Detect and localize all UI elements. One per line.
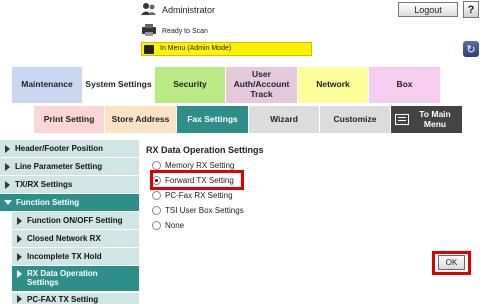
radio-pc-fax-rx-setting[interactable]: PC-Fax RX Setting <box>152 191 233 200</box>
refresh-icon[interactable]: ↻ <box>463 41 479 57</box>
radio-label: None <box>165 221 185 230</box>
radio-memory-rx-setting[interactable]: Memory RX Setting <box>152 161 234 170</box>
chevron-right-icon <box>5 180 10 189</box>
tab-system-settings[interactable]: System Settings <box>83 67 154 103</box>
sidebar-item-label: Incomplete TX Hold <box>27 252 102 261</box>
user-label: Administrator <box>162 5 216 15</box>
ok-button[interactable]: OK <box>438 255 465 270</box>
radio-button[interactable] <box>152 161 161 170</box>
tab-network[interactable]: Network <box>298 67 368 103</box>
main-menu-icon <box>395 114 409 125</box>
sidebar-item-label: PC-FAX TX Setting <box>27 295 99 304</box>
sidebar-item-label: Header/Footer Position <box>15 144 104 153</box>
tab-wizard[interactable]: Wizard <box>249 106 319 133</box>
radio-tsi-user-box-settings[interactable]: TSI User Box Settings <box>152 206 244 215</box>
content-panel: RX Data Operation Settings Memory RX Set… <box>146 141 500 304</box>
sidebar-item-rx-data-operation-settings[interactable]: RX Data Operation Settings <box>12 266 139 291</box>
sidebar-item-label: Closed Network RX <box>27 234 101 243</box>
tab-maintenance[interactable]: Maintenance <box>12 67 82 103</box>
radio-label: Memory RX Setting <box>165 161 235 170</box>
to-main-menu-label: To Main Menu <box>419 109 451 129</box>
help-button[interactable]: ? <box>463 1 479 18</box>
tab-store-address[interactable]: Store Address <box>105 106 176 133</box>
chevron-right-icon <box>17 295 22 303</box>
forward-tx-highlight-box <box>150 170 244 190</box>
sidebar-item-line-parameter-setting[interactable]: Line Parameter Setting <box>0 158 139 175</box>
chevron-right-icon <box>17 252 22 261</box>
radio-label: TSI User Box Settings <box>165 206 244 215</box>
admin-mode-icon <box>144 45 154 54</box>
sidebar-item-pc-fax-tx-setting[interactable]: PC-FAX TX Setting <box>12 293 139 304</box>
radio-label: PC-Fax RX Setting <box>165 191 233 200</box>
chevron-right-icon <box>5 144 10 153</box>
sidebar-item-closed-network-rx[interactable]: Closed Network RX <box>12 230 139 247</box>
device-status-text: Ready to Scan <box>162 28 208 35</box>
sidebar-item-incomplete-tx-hold[interactable]: Incomplete TX Hold <box>12 248 139 265</box>
printer-status-icon <box>141 23 157 37</box>
sidebar-item-label: TX/RX Settings <box>15 180 73 189</box>
chevron-right-icon <box>17 234 22 243</box>
sidebar-item-function-on-off-setting[interactable]: Function ON/OFF Setting <box>12 212 139 229</box>
sidebar-item-label: RX Data Operation Settings <box>27 269 98 288</box>
sidebar-item-function-setting[interactable]: Function Setting <box>0 194 139 211</box>
tab-box[interactable]: Box <box>369 67 440 103</box>
chevron-down-icon <box>4 200 12 205</box>
logout-button[interactable]: Logout <box>398 2 458 17</box>
tab-security[interactable]: Security <box>155 67 225 103</box>
sidebar-item-header-footer-position[interactable]: Header/Footer Position <box>0 140 139 157</box>
radio-button[interactable] <box>152 221 161 230</box>
chevron-right-icon <box>17 216 22 225</box>
tab-customize[interactable]: Customize <box>320 106 390 133</box>
administrator-icon <box>141 2 157 16</box>
chevron-right-icon <box>17 270 22 278</box>
chevron-right-icon <box>5 162 10 171</box>
sidebar-item-label: Line Parameter Setting <box>15 162 103 171</box>
tab-print-setting[interactable]: Print Setting <box>34 106 104 133</box>
tab-fax-settings[interactable]: Fax Settings <box>177 106 248 133</box>
radio-none[interactable]: None <box>152 221 184 230</box>
sidebar-item-tx-rx-settings[interactable]: TX/RX Settings <box>0 176 139 193</box>
mode-text: In Menu (Admin Mode) <box>160 45 232 52</box>
radio-button[interactable] <box>152 191 161 200</box>
tab-to-main-menu[interactable]: To Main Menu <box>391 106 462 133</box>
sidebar-item-label: Function Setting <box>16 198 80 207</box>
page-title: RX Data Operation Settings <box>146 145 264 155</box>
mode-banner: In Menu (Admin Mode) <box>141 42 312 56</box>
radio-button[interactable] <box>152 206 161 215</box>
tab-user-auth-account-track[interactable]: User Auth/Account Track <box>226 67 297 103</box>
sidebar-item-label: Function ON/OFF Setting <box>27 216 123 225</box>
sidebar: Header/Footer Position Line Parameter Se… <box>0 136 139 304</box>
